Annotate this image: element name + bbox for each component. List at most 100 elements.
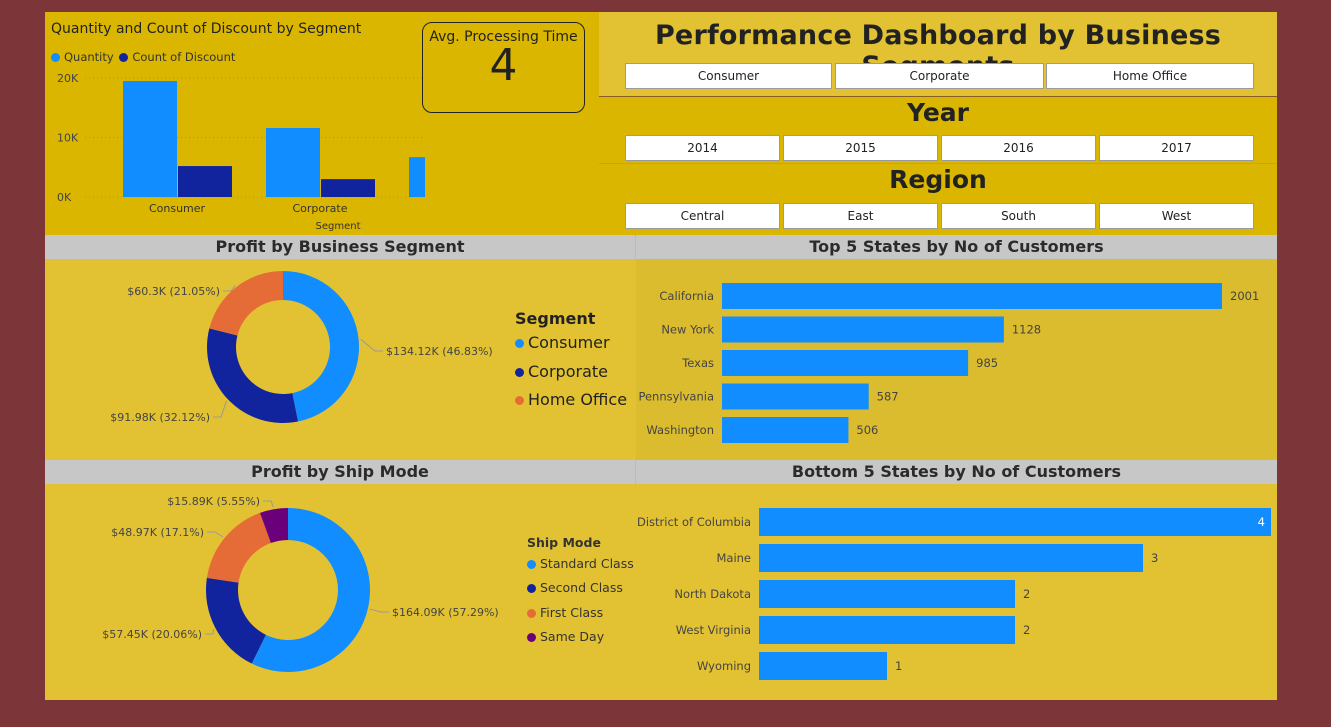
ship-legend-first[interactable]: First Class — [527, 601, 634, 625]
hbar-value-label: 2 — [1023, 587, 1030, 601]
region-slicer-central[interactable]: Central — [625, 203, 780, 229]
hbar-category-label: Wyoming — [697, 659, 751, 673]
donut-slice-0[interactable] — [283, 271, 359, 422]
hbar-1[interactable] — [722, 316, 1004, 343]
region-slicer-east[interactable]: East — [783, 203, 938, 229]
hbar-category-label: District of Columbia — [637, 515, 751, 529]
bottom5-title: Bottom 5 States by No of Customers — [636, 460, 1277, 484]
region-slicer-south[interactable]: South — [941, 203, 1096, 229]
consumer-legend-dot — [515, 339, 524, 348]
region-slicer-west[interactable]: West — [1099, 203, 1254, 229]
second-legend-dot — [527, 584, 536, 594]
donut-slice-2[interactable] — [209, 271, 283, 336]
donut-label-2: $48.97K (17.1%) — [111, 526, 204, 539]
quantity-chart-bars — [123, 80, 425, 197]
quantity-discount-chart: 0K 10K 20K ConsumerCorporateHome Office Se… — [57, 72, 425, 232]
donut-label-2: $60.3K (21.05%) — [127, 285, 220, 298]
quantity-chart-yticks: 0K 10K 20K — [57, 72, 79, 204]
quantity-xtick: Corporate — [293, 202, 348, 215]
donut-leader-3 — [263, 500, 274, 508]
hbar-3[interactable] — [759, 616, 1015, 644]
donut-leader-0 — [369, 608, 389, 613]
year-slicer-2014[interactable]: 2014 — [625, 135, 780, 161]
quantity-chart-title: Quantity and Count of Discount by Segmen… — [51, 21, 362, 37]
quantity-bar-0-1[interactable] — [266, 127, 320, 197]
same-day-legend-label: Same Day — [540, 628, 605, 644]
hbar-value-label: 985 — [976, 356, 998, 370]
hbar-value-label: 1128 — [1012, 323, 1041, 337]
segment-slicer-consumer[interactable]: Consumer — [625, 63, 832, 89]
ship-legend-second[interactable]: Second Class — [527, 576, 634, 600]
consumer-legend-label: Consumer — [528, 333, 610, 352]
donut-slice-1[interactable] — [206, 577, 266, 664]
donut-label-1: $91.98K (32.12%) — [110, 411, 210, 424]
segment-legend-home-office[interactable]: Home Office — [515, 386, 627, 415]
corporate-legend-label: Corporate — [528, 361, 608, 381]
year-title: Year — [907, 98, 969, 127]
hbar-category-label: West Virginia — [676, 623, 751, 637]
hbar-4[interactable] — [759, 652, 887, 680]
donut-leader-1 — [205, 628, 215, 635]
hbar-category-label: Texas — [681, 356, 714, 370]
ship-legend: Ship Mode Standard Class Second Class Fi… — [527, 534, 634, 649]
segment-slicer-home-office[interactable]: Home Office — [1046, 63, 1254, 89]
donut-leader-2 — [207, 531, 224, 538]
hbar-2[interactable] — [722, 350, 969, 376]
avg-processing-time-value: 4 — [489, 40, 518, 91]
quantity-bar-0-2[interactable] — [409, 157, 425, 197]
ship-legend-standard[interactable]: Standard Class — [527, 552, 634, 576]
quantity-ytick: 0K — [57, 191, 72, 204]
donut-label-1: $57.45K (20.06%) — [102, 628, 202, 641]
donut-label-0: $164.09K (57.29%) — [392, 606, 499, 619]
segment-legend-corporate[interactable]: Corporate — [515, 358, 627, 387]
quantity-chart-xlabel: Segment — [316, 221, 361, 232]
segment-slicer-corporate[interactable]: Corporate — [835, 63, 1044, 89]
donut-label-0: $134.12K (46.83%) — [386, 345, 493, 358]
quantity-ytick: 10K — [57, 132, 79, 145]
donut-label-3: $15.89K (5.55%) — [167, 495, 260, 508]
donut-slice-1[interactable] — [207, 328, 299, 423]
segment-legend: Segment Consumer Corporate Home Office — [515, 309, 627, 415]
hbar-value-label: 506 — [856, 423, 878, 437]
quantity-bar-0-0[interactable] — [123, 80, 177, 197]
hbar-category-label: Pennsylvania — [638, 390, 714, 404]
region-title: Region — [889, 165, 987, 194]
same-day-legend-dot — [527, 632, 536, 642]
bottom5-states-chart: District of Columbia 4 Maine 3 North Dakota 2… — [637, 508, 1271, 680]
segment-legend-consumer[interactable]: Consumer — [515, 329, 627, 358]
ship-legend-same-day[interactable]: Same Day — [527, 625, 634, 649]
hbar-value-label: 2001 — [1230, 289, 1259, 303]
hbar-0[interactable] — [722, 283, 1222, 309]
quantity-chart-xticks: ConsumerCorporateHome Office — [149, 202, 348, 215]
ship-donut-slices — [206, 508, 371, 672]
segment-donut-slices — [207, 271, 359, 423]
avg-processing-time-card: Avg. Processing Time 4 — [422, 22, 585, 113]
first-legend-dot — [527, 608, 536, 618]
donut-slice-2[interactable] — [206, 512, 271, 583]
hbar-3[interactable] — [722, 383, 869, 410]
top5-states-chart: California 2001 New York 1128 Texas 985 Pennsy… — [638, 283, 1259, 443]
standard-legend-label: Standard Class — [540, 556, 634, 571]
bottom5-bars: District of Columbia 4 Maine 3 North Dakota 2… — [637, 508, 1271, 680]
hbar-value-label: 587 — [877, 390, 899, 404]
corporate-legend-dot — [515, 367, 524, 377]
donut-leader-0 — [360, 338, 383, 352]
hbar-1[interactable] — [759, 544, 1143, 572]
quantity-bar-1-1[interactable] — [321, 179, 375, 197]
hbar-value-label: 2 — [1023, 623, 1030, 637]
donut-leader-1 — [213, 400, 227, 418]
hbar-value-label: 3 — [1151, 551, 1158, 565]
ship-legend-title: Ship Mode — [527, 535, 601, 550]
hbar-0[interactable] — [759, 508, 1271, 536]
year-slicer-2015[interactable]: 2015 — [783, 135, 938, 161]
year-slicer-2016[interactable]: 2016 — [941, 135, 1096, 161]
hbar-2[interactable] — [759, 580, 1015, 608]
year-slicer-2017[interactable]: 2017 — [1099, 135, 1254, 161]
hbar-4[interactable] — [722, 417, 849, 443]
hbar-category-label: North Dakota — [674, 587, 751, 601]
hbar-category-label: New York — [661, 323, 714, 337]
segment-legend-title: Segment — [515, 309, 596, 328]
quantity-bar-1-0[interactable] — [178, 166, 232, 197]
hbar-category-label: California — [659, 289, 714, 303]
quantity-ytick: 20K — [57, 72, 79, 85]
